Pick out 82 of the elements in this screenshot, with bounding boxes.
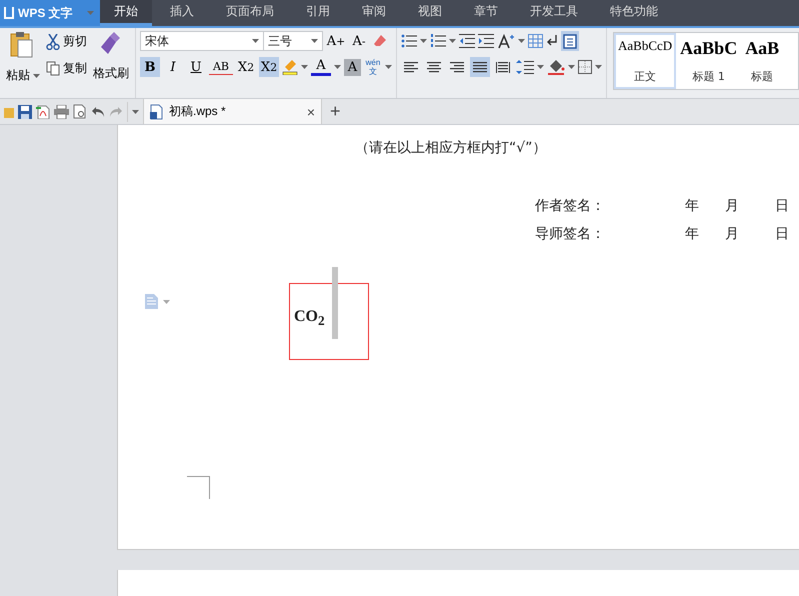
menu-tab[interactable]: 开始 bbox=[100, 0, 152, 26]
borders-icon[interactable] bbox=[578, 60, 592, 74]
menu-tab[interactable]: 插入 bbox=[156, 0, 208, 26]
caret-icon[interactable] bbox=[33, 74, 40, 78]
menu-tab[interactable]: 开发工具 bbox=[516, 0, 592, 26]
print-preview-icon[interactable] bbox=[73, 104, 87, 119]
save-icon[interactable] bbox=[18, 104, 32, 118]
line-spacing-icon[interactable] bbox=[516, 60, 534, 74]
character-shading-button[interactable]: A bbox=[344, 58, 361, 76]
text-cursor bbox=[332, 267, 338, 339]
caret-icon[interactable] bbox=[568, 65, 575, 69]
decrease-indent-icon[interactable] bbox=[459, 34, 475, 48]
menu-tab[interactable]: 章节 bbox=[460, 0, 512, 26]
right-align-icon bbox=[450, 62, 464, 72]
cut-button[interactable]: 剪切 bbox=[44, 31, 89, 52]
bold-button[interactable]: B bbox=[140, 57, 160, 77]
font-name-caret-icon[interactable] bbox=[252, 39, 259, 43]
font-color-button[interactable]: A bbox=[311, 58, 331, 76]
clipboard-icon[interactable] bbox=[10, 31, 34, 59]
strike-button[interactable]: AB bbox=[209, 59, 233, 75]
caret-icon[interactable] bbox=[449, 39, 456, 43]
caret-icon[interactable] bbox=[385, 65, 392, 69]
pdf-export-icon[interactable] bbox=[36, 104, 50, 118]
year-label: 年 bbox=[685, 197, 700, 215]
show-marks-button[interactable] bbox=[561, 31, 579, 51]
center-align-icon bbox=[427, 62, 441, 72]
justify-align-icon bbox=[473, 62, 487, 72]
scissors-icon bbox=[46, 34, 60, 50]
numbered-list-icon[interactable] bbox=[430, 34, 446, 48]
caret-icon[interactable] bbox=[518, 39, 525, 43]
text-spacing-icon[interactable] bbox=[497, 33, 515, 49]
day-label: 日 bbox=[775, 197, 789, 215]
menu-tab[interactable]: 审阅 bbox=[348, 0, 400, 26]
underline-button[interactable]: U bbox=[186, 57, 206, 77]
paint-bucket-icon[interactable] bbox=[547, 59, 565, 75]
app-menu-button[interactable]: WPS 文字 bbox=[0, 0, 100, 26]
font-size-field[interactable]: 三号 bbox=[263, 31, 323, 51]
format-painter-button[interactable]: 格式刷 bbox=[91, 63, 131, 84]
document-icon bbox=[563, 34, 577, 48]
caret-icon[interactable] bbox=[537, 65, 544, 69]
print-icon[interactable] bbox=[54, 104, 69, 118]
italic-button[interactable]: I bbox=[163, 57, 183, 77]
eraser-icon[interactable] bbox=[372, 33, 388, 49]
menu-tab[interactable]: 页面布局 bbox=[212, 0, 288, 26]
bullet-list-icon[interactable] bbox=[401, 34, 417, 48]
new-tab-button[interactable]: + bbox=[322, 99, 349, 124]
font-size-caret-icon[interactable] bbox=[311, 39, 318, 43]
caret-icon[interactable] bbox=[420, 39, 427, 43]
document-tab-title: 初稿.wps * bbox=[169, 103, 227, 120]
quick-access-caret-icon[interactable] bbox=[132, 110, 139, 114]
signature-label: 作者签名： bbox=[535, 197, 606, 215]
month-label: 月 bbox=[725, 197, 740, 215]
menu-tab[interactable]: 特色功能 bbox=[596, 0, 672, 26]
document-tab[interactable]: 初稿.wps * × bbox=[144, 99, 322, 124]
app-logo-icon bbox=[4, 7, 14, 19]
increase-indent-icon[interactable] bbox=[478, 34, 494, 48]
caret-icon[interactable] bbox=[334, 65, 341, 69]
align-button[interactable] bbox=[470, 57, 490, 77]
year-label: 年 bbox=[685, 225, 700, 243]
signature-label: 导师签名： bbox=[535, 225, 606, 243]
close-tab-button[interactable]: × bbox=[306, 104, 315, 120]
copy-button[interactable]: 复制 bbox=[44, 58, 89, 79]
undo-icon[interactable] bbox=[91, 106, 105, 118]
menu-tab[interactable]: 视图 bbox=[404, 0, 456, 26]
formula-text: CO$_{2}$ bbox=[294, 308, 325, 325]
copy-icon bbox=[46, 61, 60, 76]
phonetic-guide-button[interactable]: wén 文 bbox=[364, 57, 382, 77]
paste-button[interactable]: 粘贴 bbox=[4, 65, 42, 86]
instruction-text: （请在以上相应方框内打“√”） bbox=[355, 139, 548, 157]
font-name-field[interactable]: 宋体 bbox=[140, 31, 264, 51]
style-preset[interactable]: AaBbCcD 正文 bbox=[614, 33, 676, 89]
left-align-icon bbox=[404, 62, 418, 72]
caret-icon[interactable] bbox=[301, 65, 308, 69]
month-label: 月 bbox=[725, 225, 740, 243]
caret-icon[interactable] bbox=[595, 65, 602, 69]
margin-corner-mark bbox=[187, 476, 210, 499]
highlighter-icon[interactable] bbox=[282, 59, 298, 75]
day-label: 日 bbox=[775, 225, 789, 243]
line-break-icon[interactable] bbox=[546, 34, 558, 48]
distributed-align-icon bbox=[496, 62, 510, 72]
document-icon bbox=[150, 104, 163, 120]
menu-tab[interactable]: 引用 bbox=[292, 0, 344, 26]
